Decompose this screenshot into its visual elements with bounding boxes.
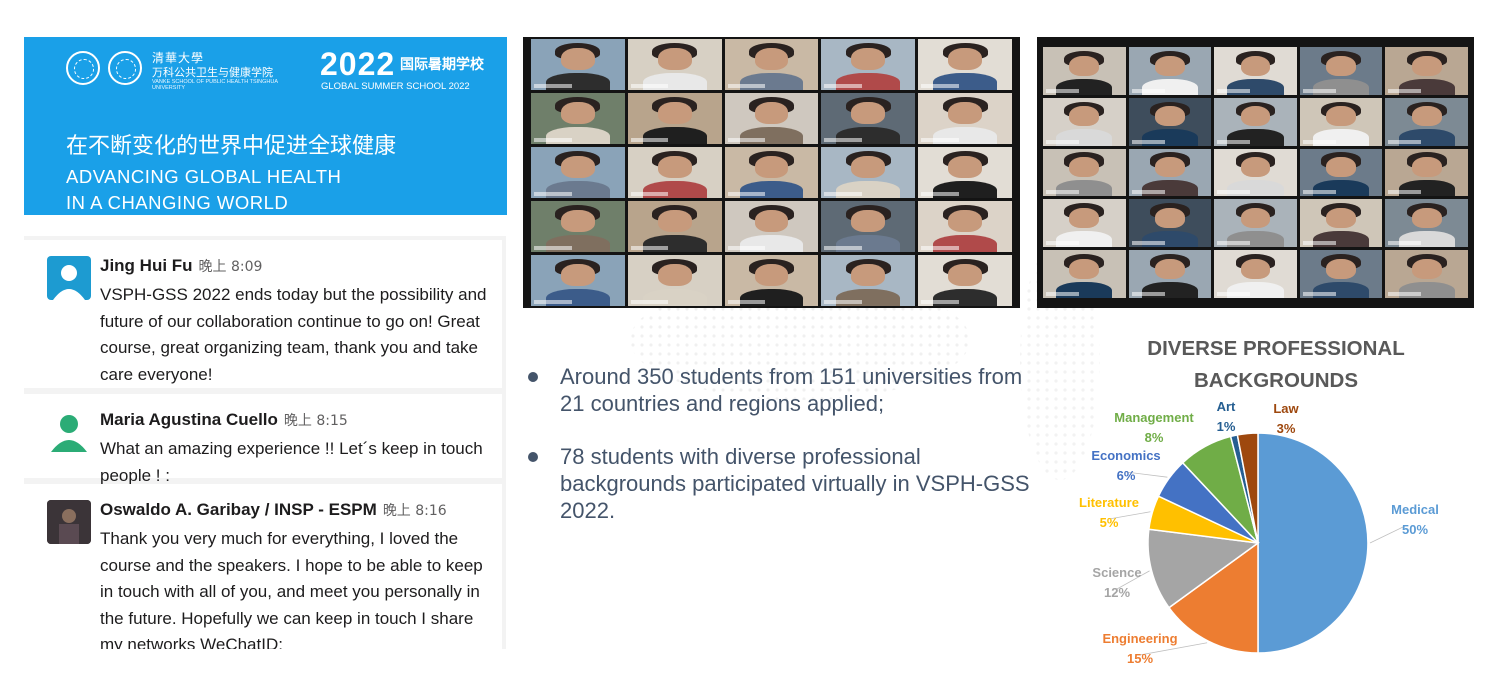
pie-label-name: Medical	[1391, 502, 1439, 517]
pie-label-management: Management 8%	[1114, 408, 1194, 448]
pie-label-value: 5%	[1099, 515, 1119, 530]
pie-label-law: Law 3%	[1246, 399, 1326, 439]
pie-label-name: Law	[1273, 401, 1299, 416]
pie-label-value: 50%	[1401, 522, 1429, 537]
pie-label-economics: Economics 6%	[1086, 446, 1166, 486]
pie-label-value: 3%	[1276, 421, 1296, 436]
pie-label-literature: Literature 5%	[1069, 493, 1149, 533]
pie-label-value: 12%	[1103, 585, 1131, 600]
pie-label-name: Literature	[1079, 495, 1139, 510]
pie-label-name: Management	[1114, 410, 1194, 425]
pie-label-medical: Medical 50%	[1375, 500, 1455, 540]
pie-label-value: 15%	[1126, 651, 1154, 666]
pie-chart	[1108, 432, 1406, 656]
pie-label-value: 8%	[1144, 430, 1164, 445]
pie-slice-medical	[1257, 432, 1369, 654]
pie-label-value: 6%	[1116, 468, 1136, 483]
pie-label-name: Economics	[1091, 448, 1161, 463]
pie-label-engineering: Engineering 15%	[1100, 629, 1180, 669]
pie-label-name: Engineering	[1102, 631, 1178, 646]
pie-label-name: Science	[1092, 565, 1142, 580]
pie-label-science: Science 12%	[1077, 563, 1157, 603]
